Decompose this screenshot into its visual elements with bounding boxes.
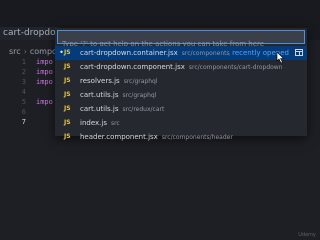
quick-open-item[interactable]: JS cart-dropdown.component.jsx src/compon… — [55, 60, 307, 74]
file-path: src/graphql — [122, 92, 157, 99]
quick-open-item[interactable]: JS header.component.jsx src/components/he… — [55, 130, 307, 144]
js-file-icon: JS — [64, 91, 71, 98]
code-line: impo — [36, 58, 53, 66]
file-name: cart-dropdown.container.jsx — [80, 49, 178, 57]
code-area[interactable]: impo impo impo impo — [36, 57, 53, 127]
line-number: 3 — [21, 78, 26, 86]
js-file-icon: JS — [64, 105, 71, 112]
file-name: index.js — [80, 119, 107, 127]
tab-cart-dropdown[interactable]: cart-dropdown. — [0, 27, 58, 40]
js-file-icon: JS — [64, 63, 71, 70]
file-name: resolvers.js — [80, 77, 120, 85]
code-line: impo — [36, 98, 53, 106]
quick-open-item[interactable]: JS resolvers.js src/graphql — [55, 74, 307, 88]
breadcrumb-separator-icon: › — [23, 47, 27, 56]
line-number: 5 — [21, 98, 26, 106]
js-file-icon: JS — [64, 77, 71, 84]
quick-open-item[interactable]: • JS cart-dropdown.container.jsx src/comp… — [55, 46, 307, 60]
line-number: 4 — [21, 88, 26, 96]
file-path: src — [110, 120, 120, 127]
code-line: impo — [36, 78, 53, 86]
file-name: header.component.jsx — [80, 133, 158, 141]
code-line: impo — [36, 68, 53, 76]
file-path: src/components/header — [161, 134, 233, 141]
line-number: 7 — [21, 118, 26, 126]
js-file-icon: JS — [64, 49, 71, 56]
js-file-icon: JS — [64, 133, 71, 140]
quick-open-item[interactable]: JS cart.utils.js src/graphql — [55, 88, 307, 102]
js-file-icon: JS — [64, 119, 71, 126]
file-name: cart.utils.js — [80, 91, 119, 99]
breadcrumb-src[interactable]: src — [9, 47, 21, 56]
quick-open-item[interactable]: JS index.js src — [55, 116, 307, 130]
quick-open-input-box — [57, 30, 305, 50]
quick-open-results: • JS cart-dropdown.container.jsx src/comp… — [55, 46, 307, 144]
quick-open-panel: • JS cart-dropdown.container.jsxsrc/comp… — [55, 28, 307, 141]
file-path: src/redux/cart — [122, 106, 165, 113]
file-name: cart-dropdown.component.jsx — [80, 63, 185, 71]
file-path: src/components/cart-dropdown — [188, 64, 283, 71]
mouse-pointer-icon — [276, 52, 285, 63]
file-name: cart.utils.js — [80, 105, 119, 113]
line-number: 2 — [21, 68, 26, 76]
line-number: 1 — [21, 58, 26, 66]
quick-open-item[interactable]: JS cart.utils.js src/redux/cart — [55, 102, 307, 116]
open-to-side-icon[interactable] — [295, 49, 303, 56]
line-number-gutter: 1 2 3 4 5 6 7 — [0, 57, 26, 127]
line-number: 6 — [21, 108, 26, 116]
file-path: src/graphql — [123, 78, 158, 85]
watermark-logo: Udemy — [298, 232, 316, 238]
